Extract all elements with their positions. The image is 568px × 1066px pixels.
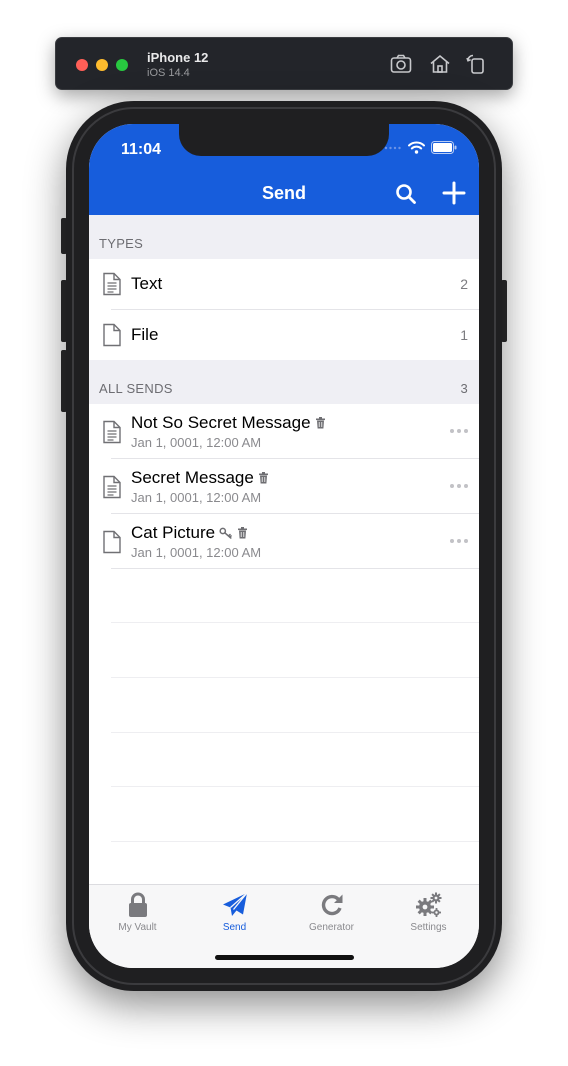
- type-count: 2: [460, 276, 468, 292]
- send-item[interactable]: Not So Secret Message Jan 1, 0001, 12:00…: [89, 404, 479, 459]
- paper-plane-icon: [222, 892, 248, 916]
- type-row-text[interactable]: Text 2: [89, 259, 479, 310]
- text-document-icon: [103, 475, 121, 499]
- battery-icon: [431, 141, 457, 154]
- notch: [179, 124, 389, 156]
- more-options-icon[interactable]: [449, 481, 469, 491]
- simulator-device-name: iPhone 12: [147, 50, 209, 65]
- empty-row-separator: [111, 677, 479, 678]
- key-icon: [219, 527, 232, 539]
- type-label: File: [131, 325, 159, 344]
- send-name-line: Secret Message: [131, 468, 269, 488]
- plus-icon: [442, 181, 466, 205]
- search-icon[interactable]: [394, 182, 418, 206]
- more-options-icon[interactable]: [449, 426, 469, 436]
- screenshot-icon[interactable]: [389, 52, 413, 76]
- send-item[interactable]: Secret Message Jan 1, 0001, 12:00 AM: [89, 459, 479, 514]
- empty-row-separator: [111, 841, 479, 842]
- send-name: Cat Picture: [131, 523, 216, 542]
- tab-label: Generator: [308, 922, 355, 933]
- row-divider: [111, 568, 479, 569]
- simulator-title-bar: iPhone 12 iOS 14.4: [55, 37, 513, 90]
- all-sends-header-label: ALL SENDS: [99, 381, 173, 396]
- send-name-line: Not So Secret Message: [131, 413, 326, 433]
- tab-settings[interactable]: Settings: [380, 891, 477, 937]
- all-sends-count: 3: [460, 381, 468, 396]
- home-icon[interactable]: [428, 52, 452, 76]
- send-name-line: Cat Picture: [131, 523, 248, 543]
- home-indicator: [215, 955, 354, 960]
- file-icon: [103, 323, 121, 347]
- zoom-window-button[interactable]: [116, 59, 128, 71]
- type-row-file[interactable]: File 1: [89, 310, 479, 361]
- rotate-icon[interactable]: [464, 52, 488, 76]
- tab-label: Settings: [410, 922, 447, 933]
- all-sends-section-header: ALL SENDS 3: [89, 360, 479, 404]
- trash-icon: [258, 472, 268, 484]
- phone-screen: 11:04 Send TYPES Text 2 File 1 ALL SENDS…: [89, 124, 479, 968]
- type-label: Text: [131, 274, 163, 293]
- text-document-icon: [103, 420, 121, 444]
- trash-icon: [238, 527, 248, 539]
- empty-row-separator: [111, 622, 479, 623]
- simulator-os-version: iOS 14.4: [147, 67, 190, 79]
- signal-icon: [384, 146, 401, 149]
- wifi-icon: [408, 141, 425, 154]
- text-document-icon: [103, 272, 121, 296]
- gears-icon: [415, 892, 441, 917]
- send-item[interactable]: Cat Picture Jan 1, 0001, 12:00 AM: [89, 514, 479, 569]
- send-date: Jan 1, 0001, 12:00 AM: [131, 435, 262, 450]
- close-window-button[interactable]: [76, 59, 88, 71]
- types-header-label: TYPES: [99, 236, 144, 251]
- send-name: Secret Message: [131, 468, 254, 487]
- trash-icon: [315, 417, 325, 429]
- tab-my-vault[interactable]: My Vault: [89, 891, 186, 937]
- tab-send[interactable]: Send: [186, 891, 283, 937]
- status-time: 11:04: [121, 141, 162, 158]
- send-date: Jan 1, 0001, 12:00 AM: [131, 490, 262, 505]
- file-icon: [103, 530, 121, 554]
- tab-generator[interactable]: Generator: [283, 891, 380, 937]
- status-icons: [384, 141, 457, 154]
- refresh-icon: [321, 894, 342, 916]
- minimize-window-button[interactable]: [96, 59, 108, 71]
- type-count: 1: [460, 327, 468, 343]
- page-title: Send: [261, 183, 306, 203]
- tab-label: My Vault: [118, 922, 157, 933]
- empty-row-separator: [111, 786, 479, 787]
- lock-icon: [128, 892, 147, 917]
- tab-label: Send: [222, 922, 247, 933]
- add-send-button[interactable]: [441, 180, 467, 206]
- send-date: Jan 1, 0001, 12:00 AM: [131, 545, 262, 560]
- empty-row-separator: [111, 732, 479, 733]
- types-section-header: TYPES: [89, 215, 479, 259]
- send-name: Not So Secret Message: [131, 413, 311, 432]
- more-options-icon[interactable]: [449, 536, 469, 546]
